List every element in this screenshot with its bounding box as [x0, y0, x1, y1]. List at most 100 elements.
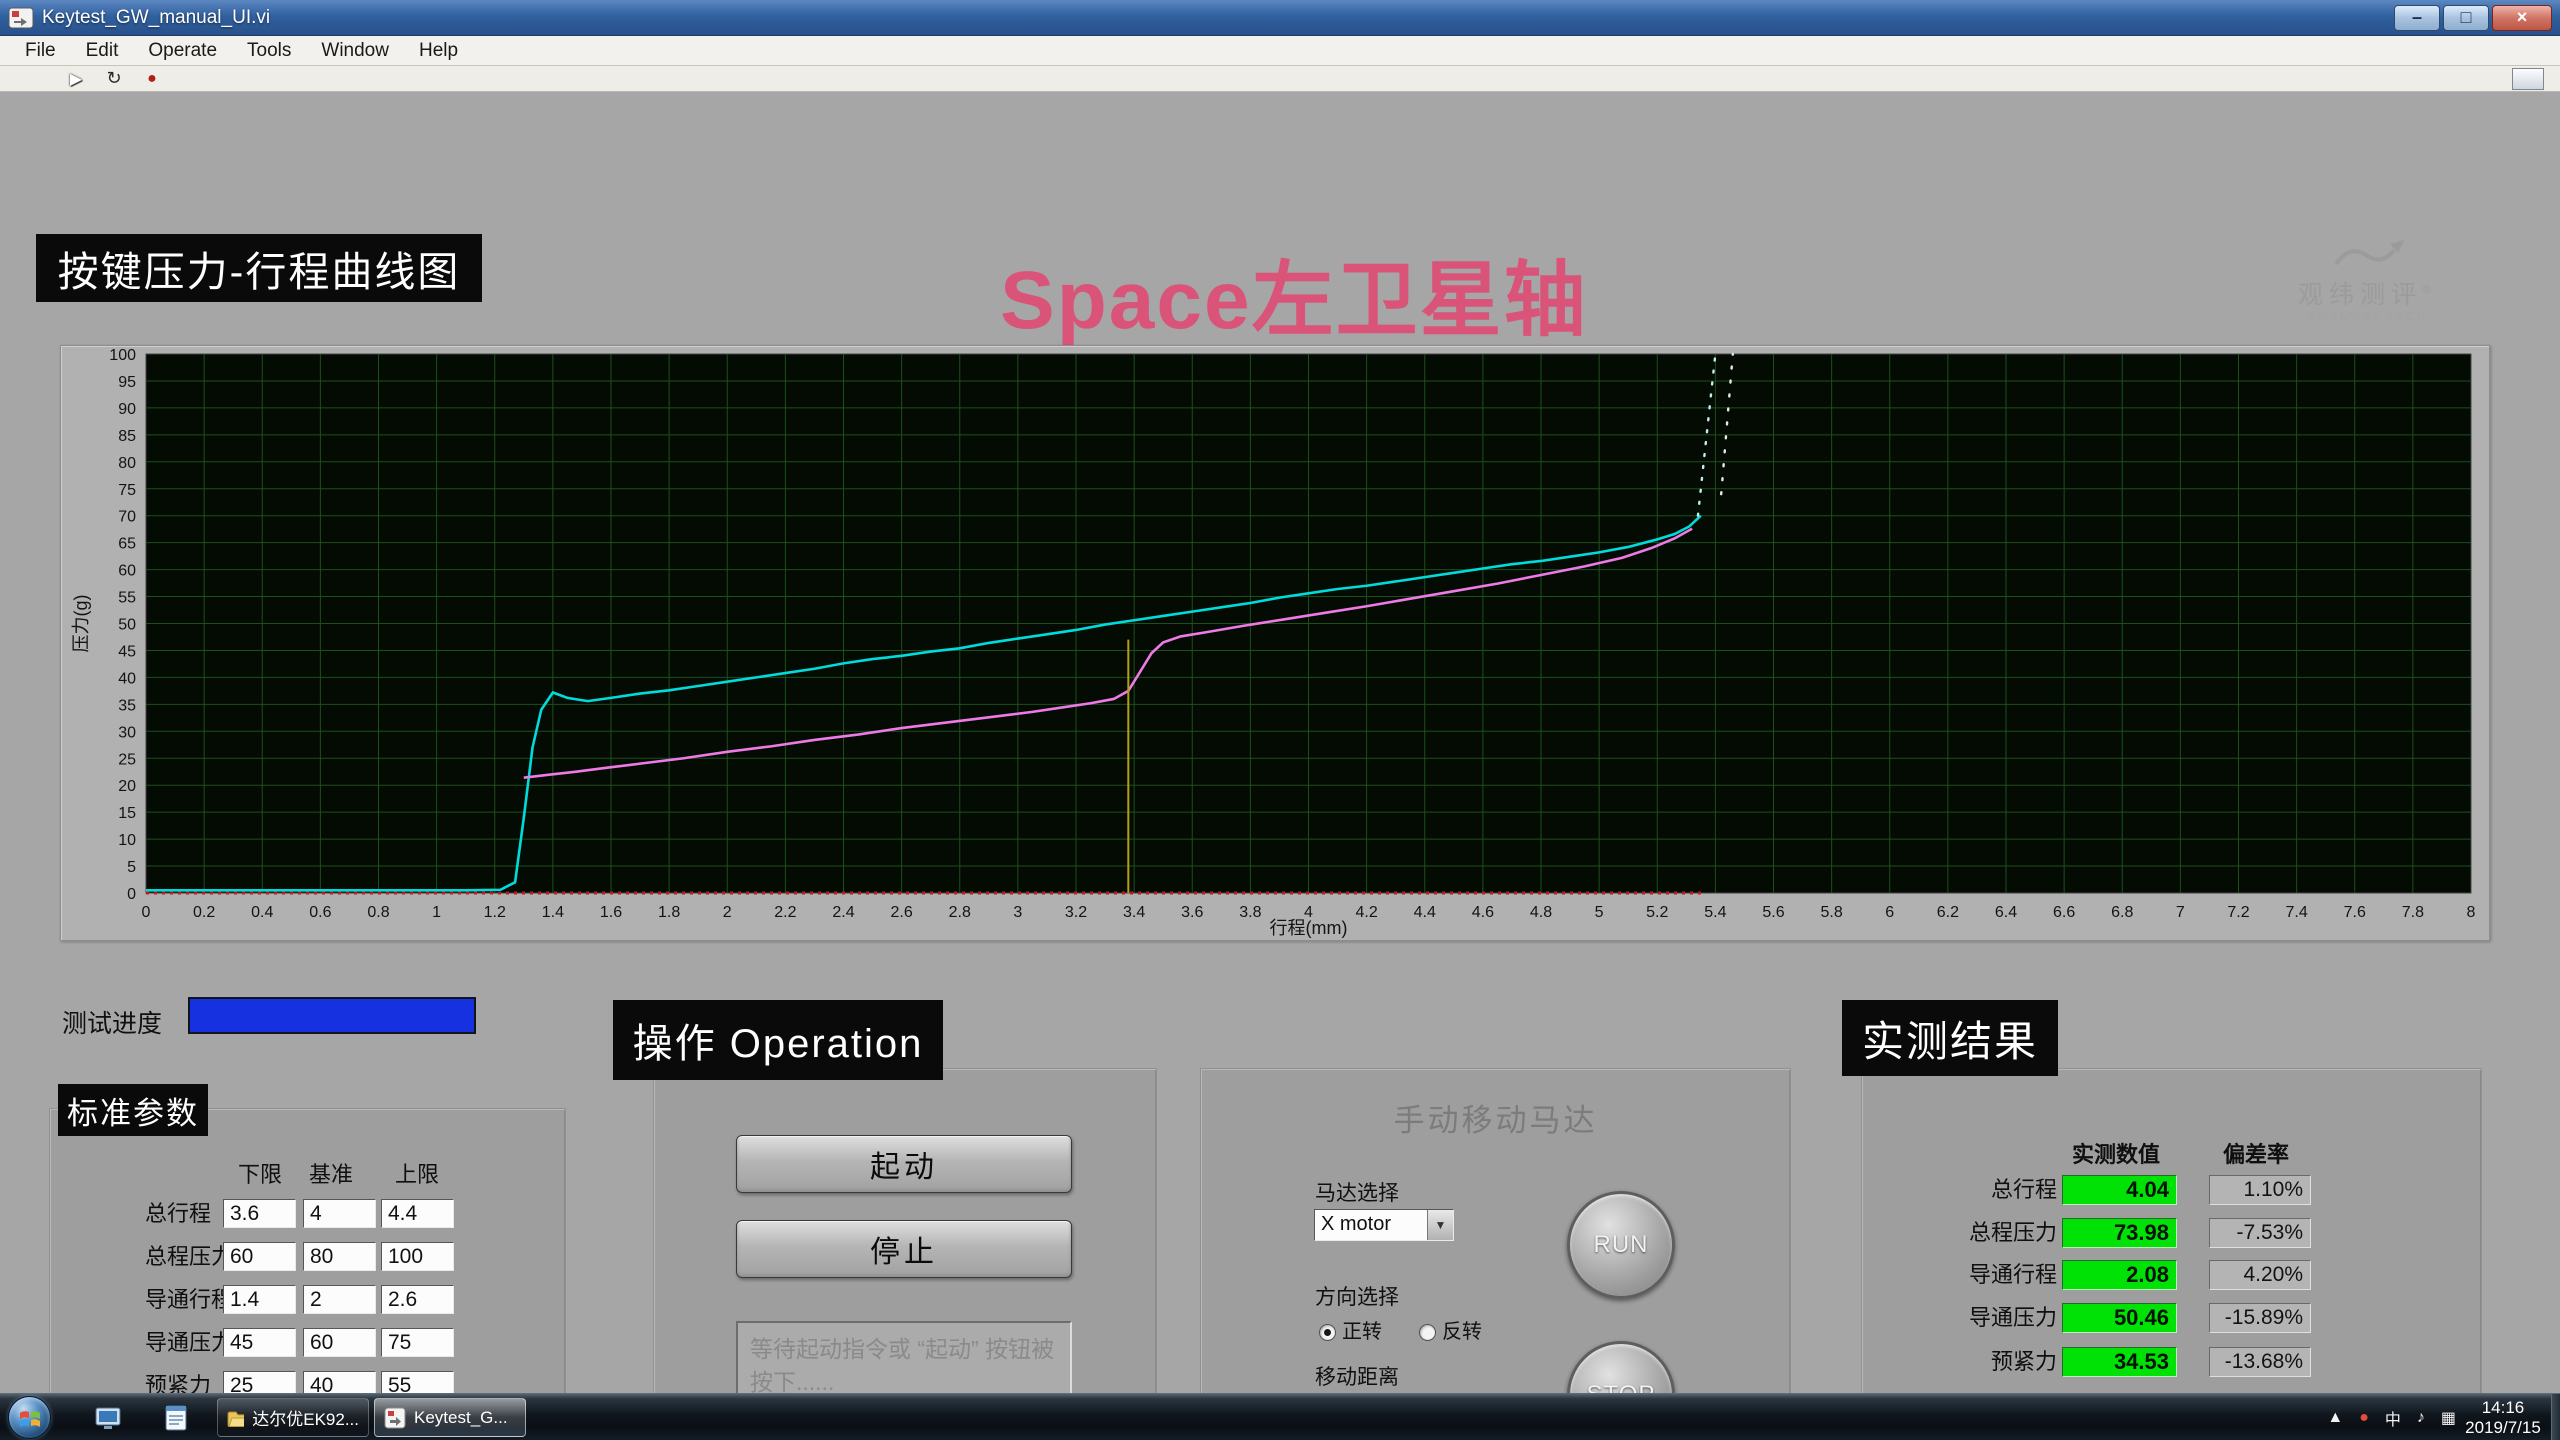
param-total-travel-max[interactable]	[381, 1199, 454, 1228]
taskbar-clock[interactable]: 14:16 2019/7/15	[2460, 1398, 2546, 1438]
svg-text:4.6: 4.6	[1472, 904, 1494, 921]
abort-icon[interactable]: ●	[138, 68, 166, 90]
param-total-force-min[interactable]	[223, 1242, 296, 1271]
start-button[interactable]	[8, 1396, 51, 1439]
param-header-min: 下限	[225, 1157, 295, 1189]
svg-text:0.2: 0.2	[193, 904, 215, 921]
tray-network-icon[interactable]: ▦	[2441, 1408, 2456, 1428]
params-panel: 下限 基准 上限 总行程 总程压力 导通行程 导通压力 预紧力 测试类型选择	[49, 1108, 566, 1440]
svg-text:3.6: 3.6	[1181, 904, 1203, 921]
param-actuation-travel-max[interactable]	[381, 1285, 454, 1314]
result-deviation-preload-force: -13.68%	[2209, 1347, 2311, 1377]
svg-text:压力(g): 压力(g)	[71, 595, 91, 653]
minimize-button[interactable]: –	[2394, 5, 2440, 31]
svg-text:90: 90	[118, 401, 136, 418]
result-deviation-actuation-force: -15.89%	[2209, 1303, 2311, 1333]
param-actuation-force-max[interactable]	[381, 1328, 454, 1357]
run-continuous-icon[interactable]: ↻	[100, 68, 128, 90]
svg-text:6: 6	[1885, 904, 1894, 921]
taskbar-window-button-active[interactable]: Keytest_G...	[374, 1398, 526, 1437]
xy-graph[interactable]: 00.20.40.60.811.21.41.61.822.22.42.62.83…	[61, 346, 2489, 940]
results-title-block: 实测结果	[1842, 1000, 2058, 1076]
svg-text:4.4: 4.4	[1414, 904, 1436, 921]
radio-unselected-icon[interactable]	[1419, 1324, 1436, 1341]
taskbar-quick-launch-icon[interactable]	[92, 1402, 123, 1433]
svg-text:2.4: 2.4	[832, 904, 854, 921]
tray-volume-icon[interactable]: ♪	[2417, 1409, 2425, 1427]
svg-text:6.8: 6.8	[2111, 904, 2133, 921]
svg-text:65: 65	[118, 536, 136, 553]
svg-text:5: 5	[127, 859, 136, 876]
close-button[interactable]: ×	[2492, 5, 2552, 31]
param-total-travel-base[interactable]	[303, 1199, 376, 1228]
svg-text:45: 45	[118, 643, 136, 660]
svg-text:4.2: 4.2	[1356, 904, 1378, 921]
run-icon[interactable]: ▶	[62, 68, 90, 90]
svg-text:6.6: 6.6	[2053, 904, 2075, 921]
svg-text:2.2: 2.2	[774, 904, 796, 921]
param-actuation-travel-base[interactable]	[303, 1285, 376, 1314]
windows-flag-icon	[18, 1407, 42, 1429]
svg-text:2: 2	[723, 904, 732, 921]
svg-text:1.2: 1.2	[484, 904, 506, 921]
param-actuation-travel-min[interactable]	[223, 1285, 296, 1314]
param-label-actuation-travel: 导通行程	[145, 1285, 233, 1314]
tray-ime-icon[interactable]: 中	[2385, 1406, 2401, 1430]
param-total-travel-min[interactable]	[223, 1199, 296, 1228]
svg-text:0.8: 0.8	[367, 904, 389, 921]
param-actuation-force-min[interactable]	[223, 1328, 296, 1357]
menu-item-tools[interactable]: Tools	[232, 36, 306, 65]
menu-item-operate[interactable]: Operate	[133, 36, 232, 65]
hidden-icons-chevron-icon[interactable]: ▲	[2327, 1409, 2343, 1427]
param-actuation-force-base[interactable]	[303, 1328, 376, 1357]
motor-panel: 手动移动马达 马达选择 X motor ▼ 方向选择 正转 反转 移动距离 RU…	[1200, 1068, 1791, 1440]
result-deviation-actuation-travel: 4.20%	[2209, 1260, 2311, 1290]
distance-label: 移动距离	[1315, 1361, 1399, 1391]
menu-item-edit[interactable]: Edit	[71, 36, 134, 65]
motor-dropdown-arrow-icon[interactable]: ▼	[1427, 1210, 1453, 1240]
param-total-force-base[interactable]	[303, 1242, 376, 1271]
menu-item-file[interactable]: File	[10, 36, 71, 65]
params-title-block: 标准参数	[58, 1084, 208, 1136]
motor-select-dropdown[interactable]: X motor ▼	[1314, 1209, 1454, 1241]
svg-text:0.4: 0.4	[251, 904, 273, 921]
param-total-force-max[interactable]	[381, 1242, 454, 1271]
result-deviation-total-travel: 1.10%	[2209, 1175, 2311, 1205]
run-button[interactable]: RUN	[1567, 1191, 1675, 1299]
param-label-total-force: 总程压力	[145, 1242, 233, 1271]
svg-text:85: 85	[118, 428, 136, 445]
logo-swoosh-icon	[2332, 240, 2404, 270]
show-desktop-button[interactable]	[2551, 1394, 2560, 1440]
svg-text:3.8: 3.8	[1239, 904, 1261, 921]
menu-item-window[interactable]: Window	[306, 36, 404, 65]
clock-date: 2019/7/15	[2460, 1418, 2546, 1438]
svg-text:3.2: 3.2	[1065, 904, 1087, 921]
xy-graph-frame: 00.20.40.60.811.21.41.61.822.22.42.62.83…	[60, 345, 2490, 941]
radio-selected-icon[interactable]	[1319, 1324, 1336, 1341]
taskbar-window-button[interactable]: 达尔优EK92...	[217, 1398, 369, 1437]
result-value-actuation-force: 50.46	[2062, 1303, 2177, 1333]
svg-text:95: 95	[118, 374, 136, 391]
toolbar-panel-icon[interactable]	[2512, 68, 2544, 90]
start-button[interactable]: 起动	[736, 1135, 1072, 1193]
result-deviation-total-force: -7.53%	[2209, 1218, 2311, 1248]
result-value-total-force: 73.98	[2062, 1218, 2177, 1248]
result-value-preload-force: 34.53	[2062, 1347, 2177, 1377]
taskbar-quick-launch-icon[interactable]	[160, 1402, 191, 1433]
svg-text:50: 50	[118, 617, 136, 634]
tray-alert-icon[interactable]: ●	[2359, 1409, 2369, 1427]
svg-text:30: 30	[118, 724, 136, 741]
stop-button[interactable]: 停止	[736, 1220, 1072, 1278]
folder-icon	[227, 1408, 244, 1428]
direction-reverse-radio[interactable]: 反转	[1419, 1315, 1482, 1344]
svg-text:1: 1	[432, 904, 441, 921]
maximize-button[interactable]: □	[2443, 5, 2489, 31]
desktop: Keytest_GW_manual_UI.vi – □ × File Edit …	[0, 0, 2560, 1440]
result-label-actuation-travel: 导通行程	[1907, 1260, 2057, 1289]
direction-forward-radio[interactable]: 正转	[1319, 1315, 1382, 1344]
svg-text:行程(mm): 行程(mm)	[1270, 918, 1348, 938]
svg-text:15: 15	[118, 805, 136, 822]
param-label-total-travel: 总行程	[145, 1199, 211, 1228]
svg-text:80: 80	[118, 455, 136, 472]
menu-item-help[interactable]: Help	[404, 36, 473, 65]
